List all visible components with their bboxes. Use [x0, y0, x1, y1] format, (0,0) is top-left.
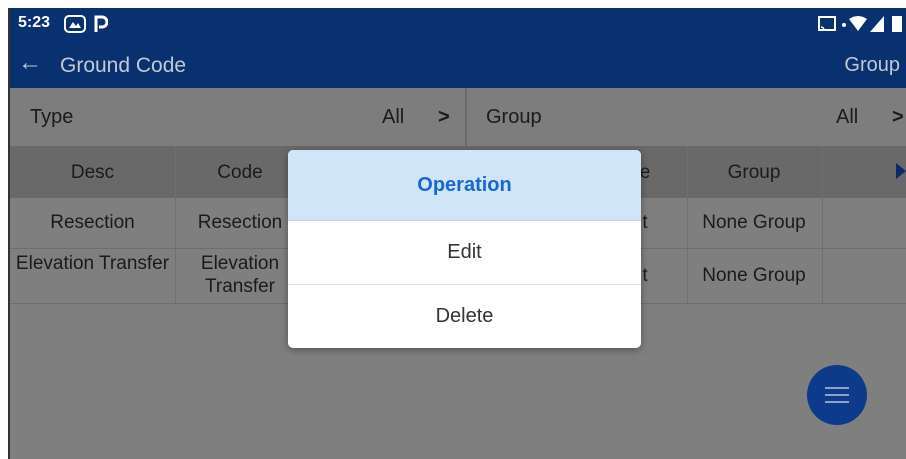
edit-option[interactable]: Edit — [288, 221, 641, 285]
column-divider — [175, 146, 176, 303]
row-desc: Resection — [50, 212, 135, 233]
column-divider — [822, 146, 823, 303]
column-header-desc[interactable]: Desc — [10, 162, 175, 184]
filter-divider — [465, 88, 467, 146]
column-header-code[interactable]: Code — [175, 162, 305, 184]
type-chevron-right-icon[interactable]: > — [438, 106, 450, 129]
operation-dialog: Operation Edit Delete — [288, 150, 641, 348]
menu-icon — [825, 387, 849, 389]
parking-icon — [94, 15, 108, 32]
type-filter-value[interactable]: All — [382, 106, 404, 129]
page-title: Ground Code — [60, 54, 187, 77]
menu-fab-button[interactable] — [807, 365, 867, 425]
dialog-title: Operation — [288, 150, 641, 221]
delete-option[interactable]: Delete — [288, 285, 641, 348]
filter-bar: Type All > Group All > — [10, 88, 906, 146]
group-chevron-right-icon[interactable]: > — [892, 106, 904, 129]
scroll-right-arrow-icon[interactable] — [896, 163, 906, 179]
row-code: Resection — [197, 212, 283, 233]
column-divider — [687, 146, 688, 303]
menu-icon-line — [825, 401, 849, 403]
status-bar: 5:23 — [10, 8, 906, 42]
column-header-group[interactable]: Group — [686, 162, 822, 184]
row-group: None Group — [702, 212, 806, 233]
row-desc: Elevation Transfer — [15, 253, 170, 274]
type-filter-label[interactable]: Type — [30, 106, 73, 129]
group-action-button[interactable]: Group — [844, 54, 900, 77]
battery-icon — [892, 16, 902, 32]
cast-icon — [818, 16, 836, 31]
photos-icon — [64, 15, 86, 33]
menu-icon-line — [825, 394, 849, 396]
status-time: 5:23 — [18, 14, 51, 31]
back-arrow-icon[interactable]: ← — [18, 51, 42, 75]
group-filter-label[interactable]: Group — [486, 106, 542, 129]
row-group: None Group — [702, 265, 806, 286]
signal-icon — [870, 16, 884, 32]
app-bar: ← Ground Code Group — [10, 42, 906, 88]
row-code: Elevation Transfer — [200, 253, 280, 297]
app-screen: 5:23 ← Ground Code Group Type All > Grou… — [8, 8, 906, 459]
group-filter-value[interactable]: All — [836, 106, 858, 129]
wifi-icon — [849, 16, 867, 31]
dot-icon — [842, 23, 846, 27]
